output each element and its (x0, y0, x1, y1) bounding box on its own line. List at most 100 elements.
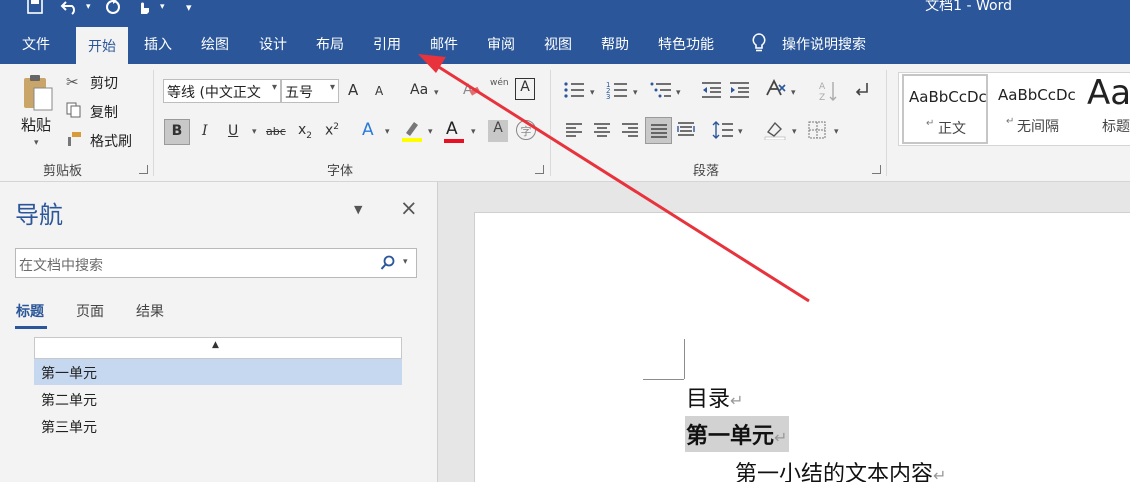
chevron-down-icon: ▾ (329, 82, 335, 93)
lightbulb-icon[interactable] (750, 33, 768, 57)
numbering-dropdown-icon[interactable]: ▾ (633, 88, 638, 98)
borders-dropdown-icon[interactable]: ▾ (834, 127, 839, 137)
body-paragraph[interactable]: 第一小结的文本内容↵ (735, 456, 946, 482)
distributed-icon[interactable] (677, 121, 695, 143)
tab-insert[interactable]: 插入 (144, 34, 172, 54)
paste-label[interactable]: 粘贴 (21, 114, 51, 135)
chinese-layout-icon[interactable] (765, 78, 787, 103)
style-no-spacing[interactable]: AaBbCcDc ↵ 无间隔 (994, 73, 1082, 145)
decrease-indent-icon[interactable] (700, 80, 722, 104)
highlight-color-icon[interactable] (401, 119, 423, 147)
change-case-dropdown-icon[interactable]: ▾ (434, 88, 439, 98)
touch-mode-icon[interactable] (136, 0, 152, 21)
justify-icon[interactable] (645, 117, 672, 144)
shrink-font-button[interactable]: A (375, 84, 383, 98)
underline-dropdown-icon[interactable]: ▾ (252, 127, 257, 137)
shading-dropdown-icon[interactable]: ▾ (792, 127, 797, 137)
bullets-dropdown-icon[interactable]: ▾ (590, 88, 595, 98)
line-spacing-icon[interactable] (712, 120, 734, 144)
sort-icon[interactable]: AZ (818, 80, 838, 106)
nav-tab-headings[interactable]: 标题 (16, 301, 44, 321)
tab-references[interactable]: 引用 (373, 34, 401, 54)
heading-item-2[interactable]: 第二单元 (34, 386, 402, 412)
nav-options-dropdown-icon[interactable]: ▼ (354, 203, 362, 216)
superscript-button[interactable]: x2 (325, 122, 339, 139)
increase-indent-icon[interactable] (728, 80, 750, 104)
nav-search-input[interactable]: 在文档中搜索 ▾ (15, 248, 417, 278)
tab-help[interactable]: 帮助 (601, 34, 629, 54)
tab-design[interactable]: 设计 (259, 34, 287, 54)
tab-view[interactable]: 视图 (544, 34, 572, 54)
multilevel-dropdown-icon[interactable]: ▾ (676, 88, 681, 98)
tab-special-features[interactable]: 特色功能 (658, 34, 714, 54)
heading-item-3[interactable]: 第三单元 (34, 413, 402, 439)
bullets-icon[interactable] (563, 80, 585, 104)
document-page[interactable]: 目录↵ 第一单元↵ 第一小结的文本内容↵ (474, 212, 1130, 482)
font-color-button[interactable]: A (446, 119, 458, 139)
text-effects-dropdown-icon[interactable]: ▾ (385, 127, 390, 137)
customize-icon[interactable]: ▾ (186, 1, 192, 14)
collapse-all-bar[interactable]: ▲ (34, 337, 402, 359)
shading-icon[interactable] (764, 120, 786, 144)
paragraph-launcher-icon[interactable] (872, 165, 881, 174)
grow-font-button[interactable]: A (348, 81, 358, 99)
paste-dropdown-icon[interactable]: ▾ (34, 138, 39, 148)
toc-heading[interactable]: 目录↵ (686, 381, 743, 413)
font-name-combo[interactable]: 等线 (中文正文 ▾ (163, 79, 281, 103)
font-color-dropdown-icon[interactable]: ▾ (471, 127, 476, 137)
align-right-icon[interactable] (621, 122, 639, 142)
strikethrough-button[interactable]: abc (266, 125, 286, 138)
character-border-button[interactable]: A (515, 78, 535, 100)
save-icon[interactable] (26, 0, 44, 21)
change-case-button[interactable]: Aa (410, 82, 428, 98)
tab-draw[interactable]: 绘图 (201, 34, 229, 54)
align-center-icon[interactable] (593, 122, 611, 142)
bold-button[interactable]: B (164, 119, 190, 145)
font-launcher-icon[interactable] (535, 165, 544, 174)
align-left-icon[interactable] (565, 122, 583, 142)
underline-button[interactable]: U (228, 123, 238, 139)
format-painter-button[interactable]: 格式刷 (90, 131, 132, 151)
close-icon[interactable]: × (400, 196, 418, 220)
clear-formatting-icon[interactable]: A (462, 80, 480, 102)
italic-button[interactable]: I (202, 123, 208, 139)
svg-text:A: A (463, 82, 473, 98)
style-normal[interactable]: AaBbCcDc ↵ 正文 (902, 74, 988, 144)
subscript-button[interactable]: x2 (298, 122, 312, 141)
text-effects-icon[interactable]: A (362, 120, 374, 140)
tab-file[interactable]: 文件 (22, 34, 50, 54)
tab-mailings[interactable]: 邮件 (430, 34, 458, 54)
multilevel-list-icon[interactable] (650, 80, 672, 104)
paragraph-mark: ↵ (774, 428, 788, 447)
search-options-dropdown-icon[interactable]: ▾ (403, 257, 408, 267)
heading-1-selected[interactable]: 第一单元↵ (685, 416, 790, 452)
undo-dropdown-icon[interactable]: ▾ (86, 2, 91, 12)
chinese-layout-dropdown-icon[interactable]: ▾ (791, 88, 796, 98)
paste-icon[interactable] (20, 72, 56, 116)
enclose-characters-button[interactable]: 字 (516, 120, 536, 140)
tell-me-search[interactable]: 操作说明搜索 (782, 34, 866, 54)
phonetic-guide-button[interactable]: wén (490, 78, 509, 88)
search-icon[interactable] (380, 255, 396, 275)
clipboard-launcher-icon[interactable] (139, 165, 148, 174)
nav-tab-pages[interactable]: 页面 (76, 301, 104, 321)
borders-icon[interactable] (808, 121, 826, 143)
highlight-dropdown-icon[interactable]: ▾ (428, 127, 433, 137)
nav-tab-results[interactable]: 结果 (136, 301, 164, 321)
redo-icon[interactable] (104, 0, 122, 21)
copy-button[interactable]: 复制 (90, 102, 118, 122)
style-heading-1[interactable]: Aa 标题 (1086, 73, 1130, 145)
undo-icon[interactable] (60, 0, 82, 21)
character-shading-button[interactable]: A (488, 120, 508, 142)
tab-layout[interactable]: 布局 (316, 34, 344, 54)
collapse-up-icon[interactable]: ▲ (212, 340, 219, 350)
show-formatting-marks-icon[interactable] (853, 80, 873, 104)
line-spacing-dropdown-icon[interactable]: ▾ (738, 127, 743, 137)
font-size-combo[interactable]: 五号 ▾ (281, 79, 339, 103)
cut-button[interactable]: 剪切 (90, 73, 118, 93)
tab-review[interactable]: 审阅 (487, 34, 515, 54)
tab-home[interactable]: 开始 (76, 27, 128, 64)
numbering-icon[interactable]: 123 (606, 80, 628, 104)
heading-item-1[interactable]: 第一单元 (34, 359, 402, 385)
touch-dropdown-icon[interactable]: ▾ (160, 2, 165, 12)
